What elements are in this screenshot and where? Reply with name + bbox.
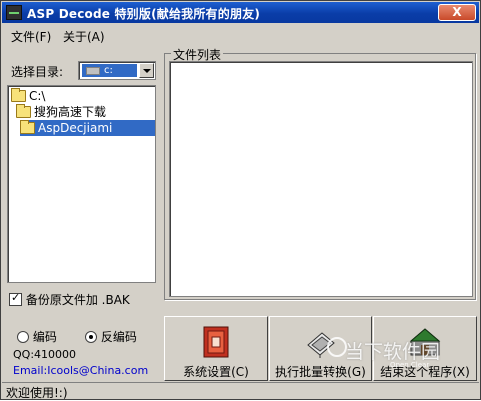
app-icon xyxy=(6,5,22,20)
title-bar[interactable]: ASP Decode 特别版(献给我所有的朋友) X xyxy=(2,2,479,23)
tree-item-aspdecjiami[interactable]: AspDecjiami xyxy=(20,120,155,136)
batch-convert-button-label: 执行批量转换(G) xyxy=(275,365,366,379)
email-link[interactable]: Email:Icools@China.com xyxy=(13,364,148,377)
tree-item-root[interactable]: C:\ xyxy=(11,88,151,104)
tree-item-sogou[interactable]: 搜狗高速下载 xyxy=(16,104,151,120)
radio-decode[interactable]: 反编码 xyxy=(85,328,137,345)
settings-button-label: 系统设置(C) xyxy=(183,365,249,379)
drive-select[interactable]: c: xyxy=(78,61,156,80)
menu-about[interactable]: 关于(A) xyxy=(63,28,105,45)
radio-icon[interactable] xyxy=(17,331,29,343)
settings-icon xyxy=(203,326,229,358)
batch-convert-button[interactable]: 执行批量转换(G) xyxy=(269,316,372,381)
close-button[interactable]: X xyxy=(438,4,476,21)
settings-button[interactable]: 系统设置(C) xyxy=(164,316,268,381)
drive-value-text: c: xyxy=(104,65,113,76)
radio-encode-label: 编码 xyxy=(32,330,57,344)
menu-bar: 文件(F) 关于(A) xyxy=(2,25,479,44)
radio-decode-label: 反编码 xyxy=(100,330,137,344)
status-text: 欢迎使用!:) xyxy=(6,386,68,400)
file-list[interactable] xyxy=(169,61,473,297)
tree-item-label: AspDecjiami xyxy=(38,121,113,135)
tree-item-label: C:\ xyxy=(29,89,46,103)
radio-encode[interactable]: 编码 xyxy=(17,328,57,345)
folder-icon xyxy=(20,120,35,134)
exit-button[interactable]: 结束这个程序(X) xyxy=(373,316,477,381)
folder-open-icon xyxy=(16,104,31,118)
backup-label: 备份原文件加 .BAK xyxy=(25,293,130,307)
menu-file[interactable]: 文件(F) xyxy=(11,28,51,45)
radio-selected-icon[interactable] xyxy=(85,331,97,343)
checkbox-icon[interactable] xyxy=(9,291,22,306)
tree-item-label: 搜狗高速下载 xyxy=(34,105,107,119)
chevron-down-icon[interactable] xyxy=(139,63,154,78)
directory-tree[interactable]: C:\ 搜狗高速下载 AspDecjiami xyxy=(7,85,156,283)
batch-convert-icon xyxy=(306,332,335,358)
qq-text: QQ:410000 xyxy=(13,348,77,361)
backup-checkbox[interactable]: 备份原文件加 .BAK xyxy=(9,291,130,308)
window-title: ASP Decode 特别版(献给我所有的朋友) xyxy=(27,7,261,21)
exit-icon xyxy=(409,328,441,356)
exit-button-label: 结束这个程序(X) xyxy=(380,365,470,379)
directory-label: 选择目录: xyxy=(11,65,64,79)
folder-open-icon xyxy=(11,88,26,102)
drive-select-value: c: xyxy=(82,64,137,77)
app-window: ASP Decode 特别版(献给我所有的朋友) X 文件(F) 关于(A) 选… xyxy=(0,0,481,400)
drive-icon xyxy=(86,67,100,75)
status-bar: 欢迎使用!:) xyxy=(2,382,479,400)
